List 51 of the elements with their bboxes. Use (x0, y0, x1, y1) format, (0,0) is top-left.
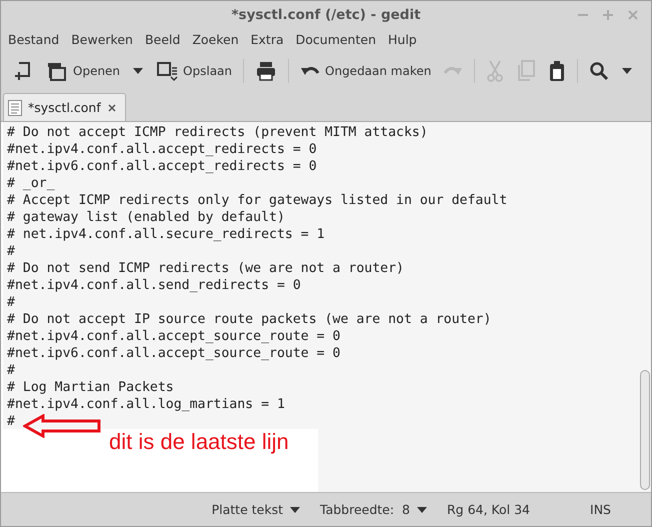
code-line: # (6, 362, 15, 379)
code-line: #net.ipv4.conf.all.log_martians = 1 (6, 396, 285, 413)
code-line: # Do not accept IP source route packets (we are not a router) (6, 311, 492, 328)
caret-icon (416, 506, 427, 512)
code-line: # Log Martian Packets (6, 379, 174, 396)
scrollbar-thumb[interactable] (640, 370, 650, 490)
menu-item[interactable]: Hulp (388, 32, 417, 46)
code-line: #net.ipv6.conf.all.accept_redirects = 0 (6, 158, 317, 175)
document-tab[interactable]: *sysctl.conf (3, 93, 126, 121)
code-line: #net.ipv4.conf.all.accept_source_route = 0 (6, 328, 340, 345)
code-line: # Do not send ICMP redirects (we are not a router) (6, 260, 404, 277)
status-text: INS (590, 502, 611, 517)
search-icon (589, 61, 610, 81)
status-dropdown[interactable]: Tabbreedte: 8 (320, 502, 427, 517)
toolbar-button[interactable]: Opslaan (151, 56, 238, 86)
code-line: # (6, 294, 15, 311)
code-line: #net.ipv6.conf.all.accept_source_route = 0 (6, 345, 340, 362)
code-line: #net.ipv4.conf.all.accept_redirects = 0 (6, 141, 317, 158)
status-text: Rg 64, Kol 34 (446, 502, 530, 517)
window-title: *sysctl.conf (/etc) - gedit (231, 7, 421, 23)
toolbar-button[interactable]: Ongedaan maken (295, 59, 436, 83)
code-line: # (6, 243, 15, 260)
printer-icon (255, 60, 278, 82)
caret-icon (132, 67, 144, 75)
tab-label: *sysctl.conf (28, 100, 101, 115)
arrow-icon (23, 414, 101, 438)
toolbar-button[interactable]: Openen (41, 56, 126, 86)
close-icon[interactable] (106, 102, 117, 112)
copy-icon (516, 60, 536, 82)
menu-item[interactable]: Beeld (144, 32, 180, 46)
code-line: # (6, 413, 15, 430)
menu-item[interactable]: Bestand (8, 32, 60, 46)
folder-icon (46, 60, 68, 82)
menu-item[interactable]: Zoeken (192, 32, 239, 46)
document-icon (8, 100, 22, 116)
code-line: # gateway list (enabled by default) (6, 209, 285, 226)
code-line: # net.ipv4.conf.all.secure_redirects = 1 (6, 226, 325, 243)
menu-item[interactable]: Documenten (296, 32, 376, 46)
caret-icon (290, 506, 300, 512)
code-line: # Do not accept ICMP redirects (prevent MITM attacks) (6, 124, 428, 141)
save-icon (156, 60, 178, 82)
code-line: # Accept ICMP redirects only for gateways listed in our default (6, 192, 508, 209)
clipboard-icon (548, 60, 566, 82)
status-dropdown[interactable]: Platte tekst (212, 502, 300, 517)
scissors-icon (486, 60, 504, 82)
annotation-text: dit is de laatste lijn (109, 429, 289, 455)
menu-item[interactable]: Bewerken (71, 32, 133, 46)
code-line: #net.ipv4.conf.all.send_redirects = 0 (6, 277, 301, 294)
caret-icon (621, 67, 634, 75)
code-line: # _or_ (6, 175, 55, 192)
menu-item[interactable]: Extra (250, 32, 284, 46)
